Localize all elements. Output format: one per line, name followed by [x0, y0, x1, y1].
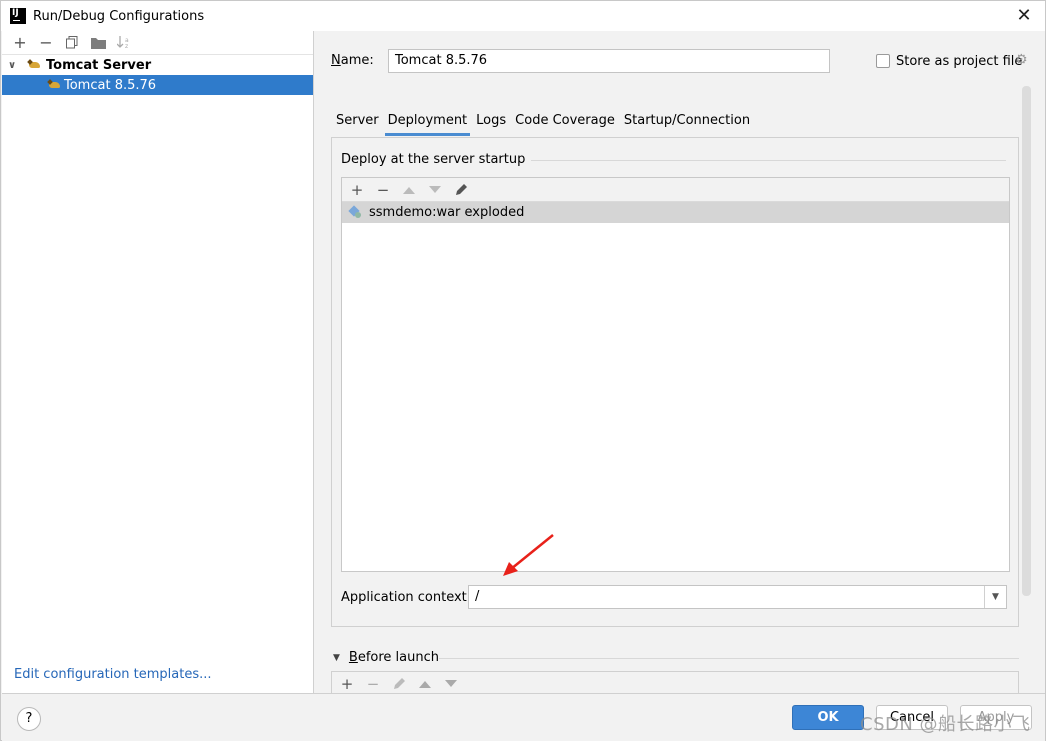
deploy-artifact-list: + − ssmdemo:war exploded: [341, 177, 1010, 572]
tree-item-label: Tomcat 8.5.76: [64, 77, 157, 93]
add-icon[interactable]: +: [344, 180, 370, 200]
move-down-icon[interactable]: [438, 674, 464, 694]
artifact-icon: [349, 206, 363, 220]
move-down-icon[interactable]: [422, 180, 448, 200]
tab-server[interactable]: Server: [333, 110, 382, 136]
chevron-down-icon[interactable]: ∨: [8, 60, 22, 71]
tab-logs[interactable]: Logs: [473, 110, 509, 136]
name-label: Name:: [331, 53, 374, 68]
tab-code-coverage[interactable]: Code Coverage: [512, 110, 618, 136]
csdn-watermark: CSDN @船长路小飞: [860, 714, 1031, 735]
deploy-section-title: Deploy at the server startup: [341, 152, 532, 167]
tab-deployment[interactable]: Deployment: [384, 110, 471, 136]
edit-templates-link[interactable]: Edit configuration templates...: [14, 667, 212, 682]
name-field[interactable]: Tomcat 8.5.76: [388, 49, 830, 73]
collapse-triangle-icon[interactable]: ▼: [333, 653, 340, 663]
tomcat-icon: [28, 59, 42, 71]
remove-icon[interactable]: −: [370, 180, 396, 200]
before-launch-label: Before launch: [348, 650, 440, 665]
copy-icon[interactable]: [60, 33, 84, 53]
deployment-panel: Deploy at the server startup + − ssmdemo…: [331, 137, 1019, 627]
chevron-down-icon[interactable]: ▼: [984, 586, 1006, 608]
remove-icon[interactable]: −: [360, 674, 386, 694]
configuration-editor: Name: Tomcat 8.5.76 Store as project fil…: [315, 31, 1045, 695]
tomcat-icon: [48, 79, 62, 91]
move-up-icon[interactable]: [412, 674, 438, 694]
sort-icon[interactable]: az: [112, 33, 136, 53]
list-item[interactable]: ssmdemo:war exploded: [342, 202, 1009, 223]
intellij-app-icon: IJ: [10, 8, 26, 24]
svg-text:z: z: [125, 43, 128, 49]
add-icon[interactable]: +: [8, 33, 32, 53]
title-bar: IJ Run/Debug Configurations ✕: [1, 1, 1045, 31]
tab-startup-connection[interactable]: Startup/Connection: [621, 110, 753, 136]
edit-icon[interactable]: [448, 180, 474, 200]
edit-icon[interactable]: [386, 674, 412, 694]
section-divider: [439, 658, 1019, 659]
vertical-scrollbar[interactable]: [1022, 86, 1031, 596]
configuration-tree: ∨ Tomcat Server Tomcat 8.5.76: [2, 55, 313, 95]
store-as-project-file-checkbox[interactable]: [876, 54, 890, 68]
move-up-icon[interactable]: [396, 180, 422, 200]
tree-group-tomcat-server[interactable]: ∨ Tomcat Server: [2, 55, 313, 75]
application-context-combobox[interactable]: / ▼: [468, 585, 1007, 609]
application-context-label: Application context:: [341, 590, 472, 605]
annotation-arrow: [503, 534, 554, 576]
tree-item-tomcat-config[interactable]: Tomcat 8.5.76: [2, 75, 313, 95]
deploy-list-toolbar: + −: [342, 178, 1009, 202]
dialog-button-bar: ? OK Cancel Apply CSDN @船长路小飞: [2, 693, 1045, 741]
tree-group-label: Tomcat Server: [46, 57, 152, 73]
section-divider: [508, 160, 1006, 161]
remove-icon[interactable]: −: [34, 33, 58, 53]
gear-icon[interactable]: ⚙: [1015, 53, 1029, 67]
before-launch-toolbar: + −: [331, 671, 1019, 695]
artifact-label: ssmdemo:war exploded: [369, 205, 525, 220]
run-debug-dialog: IJ Run/Debug Configurations ✕ + − az ∨ T…: [0, 0, 1046, 741]
config-tabs: Server Deployment Logs Code Coverage Sta…: [333, 110, 756, 138]
sidebar-toolbar: + − az: [2, 31, 313, 55]
store-as-project-file-label[interactable]: Store as project file: [896, 54, 1022, 69]
ok-button[interactable]: OK: [792, 705, 864, 730]
window-title: Run/Debug Configurations: [33, 8, 205, 24]
help-button[interactable]: ?: [17, 707, 41, 731]
before-launch-section[interactable]: ▼ Before launch: [333, 650, 439, 665]
application-context-value[interactable]: /: [475, 589, 479, 604]
add-icon[interactable]: +: [334, 674, 360, 694]
close-icon[interactable]: ✕: [1013, 5, 1035, 27]
folder-icon[interactable]: [86, 33, 110, 53]
configuration-sidebar: + − az ∨ Tomcat Server Tomcat 8.5.76 Edi…: [2, 31, 314, 693]
